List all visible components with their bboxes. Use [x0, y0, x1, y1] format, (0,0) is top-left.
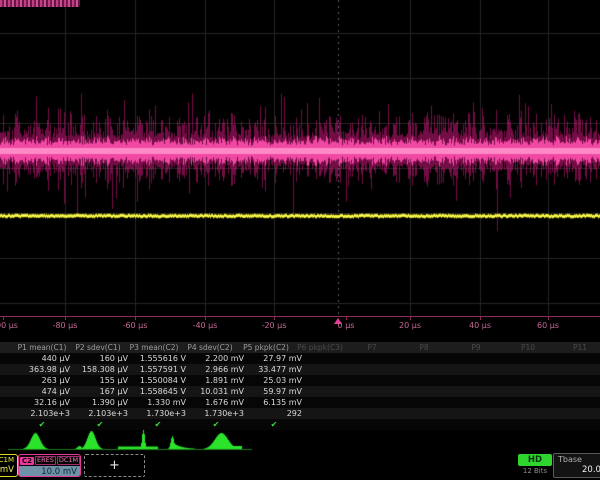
- time-axis: -100 µs -80 µs -60 µs -40 µs -20 µs 0 µs 20 µs…: [0, 316, 600, 335]
- axis-tick: [274, 317, 275, 320]
- c2-coupling-badge: DC1M: [57, 456, 80, 465]
- table-row: 474 µV167 µV1.558645 V10.031 mV59.97 mV: [0, 386, 600, 397]
- measurement-value: 1.730e+3: [188, 408, 246, 419]
- axis-tick: [548, 317, 549, 320]
- channel-descriptor-c1[interactable]: DC1M 10.0 mV: [0, 454, 18, 477]
- table-row: 2.103e+32.103e+31.730e+31.730e+3292: [0, 408, 600, 419]
- table-status-row: ✔✔✔✔✔: [0, 419, 600, 430]
- param-header-unused[interactable]: P10: [502, 342, 554, 353]
- time-axis-label: -100 µs: [0, 321, 18, 330]
- axis-tick: [480, 317, 481, 320]
- measurement-value: 292: [246, 408, 304, 419]
- c2-eres-badge: ERES: [35, 456, 56, 465]
- c2-channel-badge: C2: [20, 457, 34, 465]
- measurement-value: 1.330 mV: [130, 397, 188, 408]
- channel-descriptor-c2[interactable]: C2 ERES DC1M 10.0 mV: [18, 454, 81, 477]
- table-row: 363.98 µV158.308 µV1.557591 V2.966 mV33.…: [0, 364, 600, 375]
- hd-badge: HD: [518, 454, 552, 466]
- measurement-value: 10.031 mV: [188, 386, 246, 397]
- measurement-value: 155 µV: [72, 375, 130, 386]
- oscilloscope-screen: -100 µs -80 µs -60 µs -40 µs -20 µs 0 µs 20 µs…: [0, 0, 600, 480]
- measurement-value: 59.97 mV: [246, 386, 304, 397]
- measurement-value: 167 µV: [72, 386, 130, 397]
- axis-tick: [3, 317, 4, 320]
- axis-tick: [205, 317, 206, 320]
- param-header-unused[interactable]: P8: [398, 342, 450, 353]
- measurement-value: 440 µV: [14, 353, 72, 364]
- measurement-value: 2.103e+3: [14, 408, 72, 419]
- status-check-icon: ✔: [246, 419, 304, 430]
- axis-tick: [135, 317, 136, 320]
- param-header-unused[interactable]: P7: [346, 342, 398, 353]
- param-header[interactable]: P1 mean(C1): [14, 342, 70, 353]
- param-header[interactable]: P4 sdev(C2): [182, 342, 238, 353]
- time-axis-label: 20 µs: [399, 321, 421, 330]
- measurement-value: 27.97 mV: [246, 353, 304, 364]
- axis-tick: [410, 317, 411, 320]
- measurement-value: 474 µV: [14, 386, 72, 397]
- measurement-value: 1.558645 V: [130, 386, 188, 397]
- time-axis-label: -60 µs: [123, 321, 148, 330]
- param-header-unused[interactable]: P6 pkpk(C3): [294, 342, 346, 353]
- measurement-value: 1.550084 V: [130, 375, 188, 386]
- measurement-value: 158.308 µV: [72, 364, 130, 375]
- status-check-icon: ✔: [188, 419, 246, 430]
- time-axis-label: 0 µs: [338, 321, 355, 330]
- param-header[interactable]: P2 sdev(C1): [70, 342, 126, 353]
- measurement-value: 1.891 mV: [188, 375, 246, 386]
- clipped-top-trace-label: [0, 0, 80, 7]
- param-header-unused[interactable]: P9: [450, 342, 502, 353]
- add-trace-button[interactable]: +: [84, 454, 145, 477]
- measurement-value: 2.103e+3: [72, 408, 130, 419]
- measurement-value: 1.730e+3: [130, 408, 188, 419]
- time-axis-label: 40 µs: [469, 321, 491, 330]
- hd-bits-label: 12 Bits: [518, 467, 552, 475]
- param-header[interactable]: P5 pkpk(C2): [238, 342, 294, 353]
- timebase-label: Tbase: [554, 454, 600, 465]
- measurement-value: 2.200 mV: [188, 353, 246, 364]
- table-header-row: P1 mean(C1)P2 sdev(C1)P3 mean(C2)P4 sdev…: [0, 342, 600, 353]
- measurement-value: 263 µV: [14, 375, 72, 386]
- c1-scale-value: 10.0 mV: [0, 465, 17, 476]
- hd-mode-indicator[interactable]: HD 12 Bits: [518, 454, 552, 475]
- time-axis-label: -40 µs: [193, 321, 218, 330]
- bottom-toolbar: DC1M 10.0 mV C2 ERES DC1M 10.0 mV + HD 1…: [0, 452, 600, 480]
- measurement-value: 2.966 mV: [188, 364, 246, 375]
- c1-coupling-label: DC1M: [0, 455, 17, 465]
- measurement-value: 25.03 mV: [246, 375, 304, 386]
- status-check-icon: ✔: [14, 419, 72, 430]
- timebase-value: 20.0: [554, 465, 600, 476]
- c2-scale-value: 10.0 mV: [19, 466, 80, 477]
- axis-tick: [346, 317, 347, 320]
- measurement-value: 363.98 µV: [14, 364, 72, 375]
- measurement-value: 1.557591 V: [130, 364, 188, 375]
- plus-icon: +: [109, 458, 120, 473]
- status-check-icon: ✔: [130, 419, 188, 430]
- timebase-descriptor[interactable]: Tbase 20.0: [553, 453, 600, 478]
- measurement-value: 32.16 µV: [14, 397, 72, 408]
- status-check-icon: ✔: [72, 419, 130, 430]
- param-header[interactable]: P3 mean(C2): [126, 342, 182, 353]
- measurement-value: 1.390 µV: [72, 397, 130, 408]
- time-axis-label: -20 µs: [262, 321, 287, 330]
- measurement-value: 160 µV: [72, 353, 130, 364]
- time-axis-label: 60 µs: [537, 321, 559, 330]
- time-axis-label: -80 µs: [53, 321, 78, 330]
- param-header-unused[interactable]: P11: [554, 342, 600, 353]
- axis-tick: [65, 317, 66, 320]
- table-row: 32.16 µV1.390 µV1.330 mV1.676 mV6.135 mV: [0, 397, 600, 408]
- measurement-value: 1.676 mV: [188, 397, 246, 408]
- table-row: 263 µV155 µV1.550084 V1.891 mV25.03 mV: [0, 375, 600, 386]
- table-row: 440 µV160 µV1.555616 V2.200 mV27.97 mV: [0, 353, 600, 364]
- measurement-value: 33.477 mV: [246, 364, 304, 375]
- measurement-value: 6.135 mV: [246, 397, 304, 408]
- measurement-table[interactable]: P1 mean(C1)P2 sdev(C1)P3 mean(C2)P4 sdev…: [0, 342, 600, 430]
- measurement-value: 1.555616 V: [130, 353, 188, 364]
